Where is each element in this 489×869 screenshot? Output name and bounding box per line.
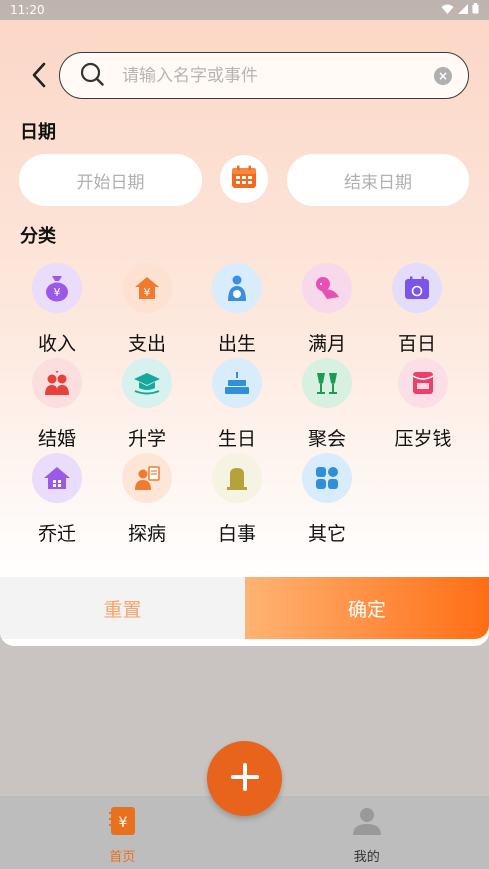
category-other[interactable]: 其它 — [287, 453, 367, 546]
category-lucky-money[interactable]: 压岁钱 — [383, 358, 463, 451]
category-label: 乔迁 — [37, 523, 76, 545]
calendar-day-icon — [392, 263, 442, 313]
add-button[interactable] — [207, 741, 282, 816]
end-date-field[interactable]: 结束日期 — [287, 154, 469, 206]
filter-sheet: × 日期 开始日期 结束日期 分类 ¥ 收 — [0, 20, 489, 646]
category-birthday[interactable]: 生日 — [197, 358, 277, 451]
category-section-title: 分类 — [20, 226, 56, 247]
nav-label-me: 我的 — [353, 850, 380, 865]
category-birth[interactable]: 出生 — [197, 263, 277, 356]
house-yen-icon: ¥ — [122, 263, 172, 313]
cheers-icon — [302, 358, 352, 408]
money-bag-icon: ¥ — [32, 263, 82, 313]
category-move-house[interactable]: 乔迁 — [17, 453, 97, 546]
category-income[interactable]: ¥ 收入 — [17, 263, 97, 356]
category-label: 白事 — [217, 523, 256, 545]
date-section-title: 日期 — [20, 122, 56, 143]
graduation-cap-icon — [122, 358, 172, 408]
clear-icon[interactable]: × — [434, 66, 452, 85]
category-label: 出生 — [217, 333, 256, 355]
category-label: 结婚 — [37, 428, 76, 450]
category-funeral[interactable]: 白事 — [197, 453, 277, 546]
category-school[interactable]: 升学 — [107, 358, 187, 451]
category-hundred-days[interactable]: 百日 — [377, 263, 457, 356]
svg-text:¥: ¥ — [119, 815, 128, 831]
category-label: 聚会 — [307, 428, 346, 450]
category-label: 升学 — [127, 428, 166, 450]
search-box: × — [59, 52, 469, 99]
status-icons — [441, 3, 479, 17]
grid-apps-icon — [302, 453, 352, 503]
category-visit-patient[interactable]: 探病 — [107, 453, 187, 546]
category-label: 百日 — [397, 333, 436, 355]
wifi-icon — [441, 4, 454, 17]
baby-crawl-icon — [302, 263, 352, 313]
ledger-icon: ¥ — [108, 806, 136, 840]
back-button[interactable] — [24, 62, 54, 92]
nav-label-home: 首页 — [109, 850, 136, 865]
nav-item-home[interactable]: ¥ 首页 — [0, 796, 245, 869]
visit-patient-icon — [122, 453, 172, 503]
category-full-month[interactable]: 满月 — [287, 263, 367, 356]
start-date-placeholder: 开始日期 — [76, 172, 145, 193]
nav-item-me[interactable]: 我的 — [245, 796, 489, 869]
svg-text:¥: ¥ — [144, 286, 151, 299]
category-wedding[interactable]: 结婚 — [17, 358, 97, 451]
category-expense[interactable]: ¥ 支出 — [107, 263, 187, 356]
red-envelope-icon — [398, 358, 448, 408]
person-icon — [351, 806, 383, 840]
cake-icon — [212, 358, 262, 408]
category-label: 支出 — [127, 333, 166, 355]
calendar-button[interactable] — [220, 155, 268, 203]
tombstone-icon — [212, 453, 262, 503]
category-label: 其它 — [307, 523, 346, 545]
search-icon — [80, 62, 104, 90]
chevron-left-icon — [31, 62, 47, 92]
start-date-field[interactable]: 开始日期 — [19, 154, 202, 206]
search-input[interactable] — [122, 65, 434, 86]
calendar-icon — [231, 165, 257, 193]
signal-icon — [458, 3, 468, 17]
confirm-button[interactable]: 确定 — [245, 577, 489, 639]
end-date-placeholder: 结束日期 — [344, 172, 412, 193]
status-time: 11:20 — [10, 3, 45, 17]
baby-icon — [212, 263, 262, 313]
status-bar: 11:20 — [0, 0, 489, 20]
new-home-icon — [32, 453, 82, 503]
category-label: 探病 — [127, 523, 166, 545]
category-label: 收入 — [37, 333, 76, 355]
category-label: 压岁钱 — [394, 428, 452, 450]
plus-icon — [228, 760, 262, 798]
category-label: 满月 — [307, 333, 346, 355]
svg-text:¥: ¥ — [54, 286, 61, 299]
category-label: 生日 — [217, 428, 256, 450]
reset-button[interactable]: 重置 — [0, 577, 245, 639]
category-party[interactable]: 聚会 — [287, 358, 367, 451]
couple-icon — [32, 358, 82, 408]
battery-icon — [472, 3, 479, 17]
